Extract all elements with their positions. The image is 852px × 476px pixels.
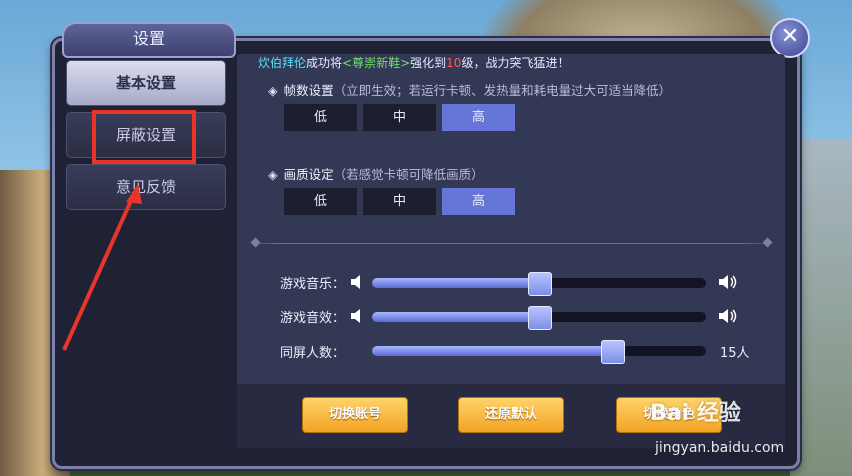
annotation-arrow <box>62 184 142 351</box>
quality-medium[interactable]: 中 <box>363 188 436 215</box>
effects-slider-thumb[interactable] <box>528 306 552 330</box>
diamond-icon: ◈ <box>268 83 278 98</box>
quality-high[interactable]: 高 <box>442 188 515 215</box>
frame-rate-high[interactable]: 高 <box>442 104 515 131</box>
speaker-mute-icon <box>351 309 360 323</box>
sidebar-item-basic[interactable]: 基本设置 <box>66 60 226 106</box>
switch-account-button[interactable]: 切换账号 <box>302 397 408 433</box>
quality-hint: （若感觉卡顿可降低画质） <box>333 167 484 182</box>
effects-label: 游戏音效： <box>280 311 346 326</box>
ticker-level: 10 <box>446 56 462 70</box>
music-slider-thumb[interactable] <box>528 272 552 296</box>
section-divider <box>246 243 774 244</box>
frame-rate-hint: （立即生效；若运行卡顿、发热量和耗电量过大可适当降低） <box>333 83 672 98</box>
effects-slider-fill <box>372 312 539 322</box>
music-slider-fill <box>372 278 539 288</box>
frame-rate-title: ◈ 帧数设置（立即生效；若运行卡顿、发热量和耗电量过大可适当降低） <box>268 83 672 98</box>
annotation-highlight-box <box>92 110 196 164</box>
ticker-text-1: 成功将 <box>306 56 343 70</box>
ticker-text-3: 级，战力突飞猛进！ <box>461 56 570 70</box>
players-slider-fill <box>372 346 613 356</box>
players-slider-track[interactable] <box>372 346 706 356</box>
quality-low[interactable]: 低 <box>284 188 357 215</box>
frame-rate-medium[interactable]: 中 <box>363 104 436 131</box>
frame-rate-low[interactable]: 低 <box>284 104 357 131</box>
music-label: 游戏音乐： <box>280 277 346 292</box>
speaker-loud-icon <box>719 309 737 323</box>
players-slider-thumb[interactable] <box>601 340 626 364</box>
quality-selector: 低 中 高 <box>284 188 515 215</box>
panel-title: 设置 <box>62 22 236 58</box>
broadcast-ticker: 炊伯拜伦成功将<尊崇新鞋>强化到10级，战力突飞猛进！ <box>258 54 778 72</box>
ticker-item: <尊崇新鞋> <box>342 56 411 70</box>
quality-title: ◈ 画质设定（若感觉卡顿可降低画质） <box>268 167 484 182</box>
restore-default-button[interactable]: 还原默认 <box>458 397 564 433</box>
baidu-watermark: Bai 经验 <box>650 401 741 426</box>
close-button[interactable]: ✕ <box>770 18 810 58</box>
ticker-player: 炊伯拜伦 <box>258 56 307 70</box>
speaker-mute-icon <box>351 275 360 289</box>
speaker-loud-icon <box>719 275 737 289</box>
watermark-url: jingyan.baidu.com <box>655 440 785 456</box>
close-icon: ✕ <box>780 24 800 49</box>
players-label: 同屏人数： <box>280 346 346 361</box>
frame-rate-selector: 低 中 高 <box>284 104 515 131</box>
diamond-icon: ◈ <box>268 167 278 182</box>
ticker-text-2: 强化到 <box>410 56 447 70</box>
players-count: 15人 <box>720 346 750 361</box>
